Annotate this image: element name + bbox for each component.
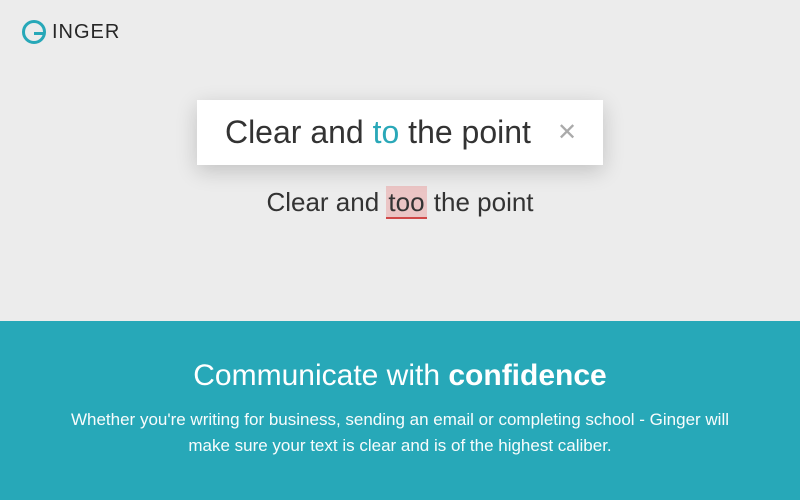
error-word[interactable]: too bbox=[386, 186, 426, 219]
footer-title-bold: confidence bbox=[448, 359, 606, 392]
close-icon[interactable]: ✕ bbox=[551, 121, 583, 145]
logo-g-icon bbox=[22, 20, 46, 44]
correction-text: Clear and to the point bbox=[225, 114, 531, 151]
footer-title-prefix: Communicate with bbox=[193, 359, 448, 392]
footer-title: Communicate with confidence bbox=[60, 359, 740, 393]
brand-logo: INGER bbox=[22, 20, 120, 44]
footer-body: Whether you're writing for business, sen… bbox=[60, 407, 740, 458]
original-after: the point bbox=[427, 187, 534, 217]
correction-before: Clear and bbox=[225, 114, 373, 150]
brand-name: INGER bbox=[52, 21, 120, 44]
footer-banner: Communicate with confidence Whether you'… bbox=[0, 321, 800, 500]
original-sentence: Clear and too the point bbox=[266, 187, 533, 218]
correction-after: the point bbox=[399, 114, 531, 150]
correction-suggestion-box[interactable]: Clear and to the point ✕ bbox=[197, 100, 603, 165]
original-before: Clear and bbox=[266, 187, 386, 217]
correction-highlight-word: to bbox=[373, 114, 400, 150]
